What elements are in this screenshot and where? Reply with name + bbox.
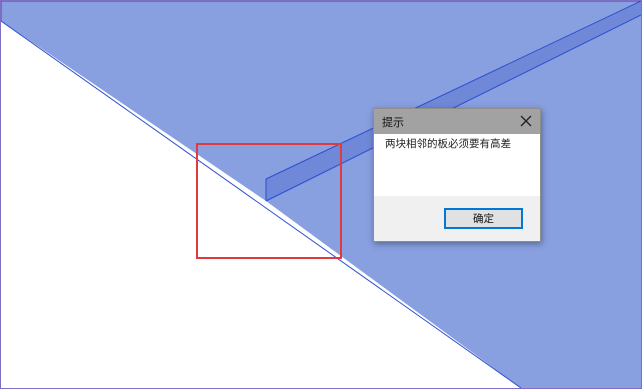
- dialog-title: 提示: [382, 116, 404, 129]
- ok-button[interactable]: 确定: [444, 208, 523, 229]
- close-icon[interactable]: [518, 113, 534, 129]
- dialog-titlebar[interactable]: 提示: [374, 109, 540, 134]
- dialog-message: 两块相邻的板必须要有高差: [385, 138, 511, 150]
- selection-highlight-box: [196, 143, 342, 259]
- 3d-viewport[interactable]: 提示 两块相邻的板必须要有高差 确定: [0, 0, 642, 389]
- alert-dialog: 提示 两块相邻的板必须要有高差 确定: [373, 108, 541, 242]
- dialog-footer: 确定: [374, 196, 540, 241]
